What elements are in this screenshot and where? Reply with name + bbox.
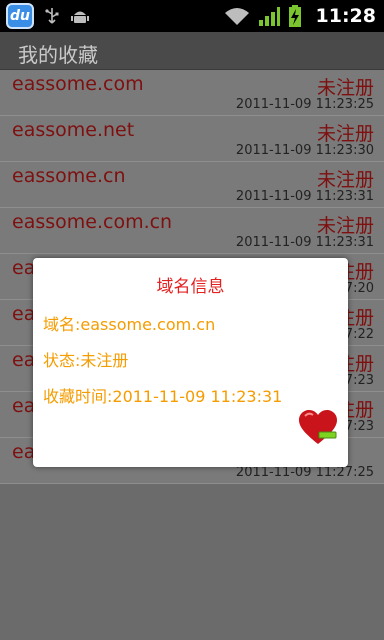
list-item-domain: eassome.cn (12, 165, 126, 187)
domain-info-dialog: 域名信息 域名:eassome.com.cn 状态:未注册 收藏时间:2011-… (33, 258, 348, 467)
usb-icon (45, 8, 59, 24)
list-item-domain: eassome.com (12, 73, 144, 95)
status-bar-left: du (6, 3, 90, 29)
list-item-time: 2011-11-09 11:23:31 (235, 189, 374, 204)
du-app-icon: du (6, 3, 34, 29)
list-item-time: 2011-11-09 11:23:30 (235, 143, 374, 158)
list-item[interactable]: eassome.com 未注册 2011-11-09 11:23:25 (0, 70, 384, 116)
list-item-status: 未注册 (316, 77, 374, 99)
android-debug-icon (71, 11, 89, 23)
remove-favorite-heart-icon[interactable] (297, 408, 339, 446)
list-item[interactable]: eassome.cn 未注册 2011-11-09 11:23:31 (0, 162, 384, 208)
list-item-time: 2011-11-09 11:23:25 (235, 97, 374, 112)
title-bar: 我的收藏 (0, 32, 384, 70)
signal-icon (258, 7, 280, 26)
status-bar: du 11:28 (0, 0, 384, 32)
list-item-time: 2011-11-09 11:23:31 (235, 235, 374, 250)
status-time: 11:28 (315, 5, 376, 27)
battery-charging-icon (288, 5, 301, 27)
dialog-status-line: 状态:未注册 (43, 351, 129, 370)
list-item[interactable]: eassome.com.cn 未注册 2011-11-09 11:23:31 (0, 208, 384, 254)
dialog-domain-line: 域名:eassome.com.cn (43, 315, 216, 334)
list-item-domain: eassome.com.cn (12, 211, 173, 233)
list-item-status: 未注册 (316, 123, 374, 145)
page-title: 我的收藏 (18, 43, 98, 67)
list-item-status: 未注册 (316, 169, 374, 191)
dialog-time-line: 收藏时间:2011-11-09 11:23:31 (43, 387, 283, 406)
list-item-domain: eassome.net (12, 119, 135, 141)
list-item-status: 未注册 (316, 215, 374, 237)
status-bar-right: 11:28 (224, 0, 376, 32)
list-item[interactable]: eassome.net 未注册 2011-11-09 11:23:30 (0, 116, 384, 162)
dialog-title: 域名信息 (156, 277, 225, 297)
list-item-time: 2011-11-09 11:27:25 (235, 465, 374, 480)
wifi-icon (224, 8, 249, 25)
